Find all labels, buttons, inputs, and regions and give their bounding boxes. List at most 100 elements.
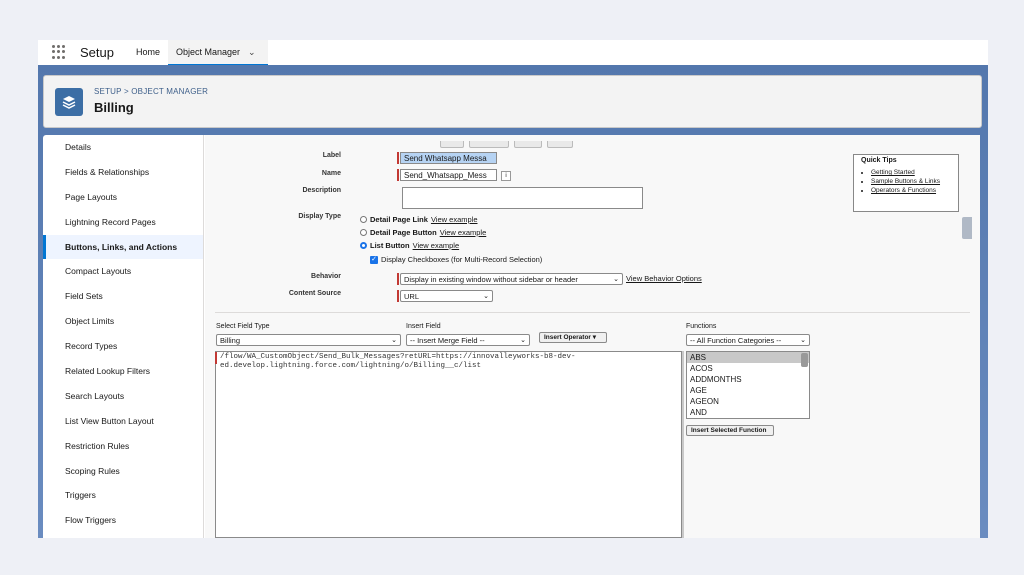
display-type-option[interactable]: Detail Page Button View example xyxy=(360,228,486,237)
insert-operator-button[interactable]: Insert Operator ▾ xyxy=(539,332,607,343)
sidebar-item[interactable]: Flow Triggers xyxy=(43,508,203,533)
tab-stub xyxy=(547,141,573,148)
breadcrumb[interactable]: SETUP > OBJECT MANAGER xyxy=(94,87,208,96)
display-type-option-label: Detail Page Link xyxy=(370,215,428,224)
chevron-down-icon[interactable]: ⌄ xyxy=(248,47,256,57)
content-card: Details Fields & Relationships Page Layout… xyxy=(43,135,980,538)
caret-down-icon: ▾ xyxy=(592,334,597,341)
select-field-type-label: Select Field Type xyxy=(216,323,270,330)
tab-stub xyxy=(514,141,542,148)
nav-home-tab[interactable]: Home xyxy=(128,40,168,65)
insert-operator-label: Insert Operator xyxy=(544,334,591,341)
sidebar-item[interactable]: List View Button Layout xyxy=(43,409,203,434)
chevron-down-icon: ⌄ xyxy=(391,337,397,344)
object-sidebar: Details Fields & Relationships Page Layout… xyxy=(43,135,204,538)
view-example-link[interactable]: View example xyxy=(431,215,478,224)
function-category-value: -- All Function Categories -- xyxy=(690,336,782,345)
formula-url-line: /flow/WA_CustomObject/Send_Bulk_Messages… xyxy=(220,353,576,361)
radio-button[interactable] xyxy=(360,216,367,223)
label-input[interactable]: Send Whatsapp Messa xyxy=(400,152,497,164)
required-indicator xyxy=(397,169,399,181)
display-type-option-label: Detail Page Button xyxy=(370,228,437,237)
sidebar-item[interactable]: Triggers xyxy=(43,483,203,508)
formula-editor[interactable]: /flow/WA_CustomObject/Send_Bulk_Messages… xyxy=(215,351,682,538)
behavior-select[interactable]: Display in existing window without sideb… xyxy=(400,273,623,285)
behavior-select-value: Display in existing window without sideb… xyxy=(404,275,578,284)
display-checkboxes-label: Display Checkboxes (for Multi-Record Sel… xyxy=(381,255,543,264)
sidebar-item[interactable]: Object Limits xyxy=(43,309,203,334)
content-source-label: Content Source xyxy=(288,290,341,297)
sidebar-item[interactable]: Search Layouts xyxy=(43,384,203,409)
function-option[interactable]: ADDMONTHS xyxy=(687,374,809,385)
quick-tip-link[interactable]: Operators & Functions xyxy=(871,186,940,195)
layers-icon xyxy=(55,88,83,116)
function-option[interactable]: AGE xyxy=(687,385,809,396)
nav-tab-label: Object Manager xyxy=(176,47,241,57)
select-field-type-value: Billing xyxy=(220,336,241,345)
sidebar-item[interactable]: Lightning Record Pages xyxy=(43,210,203,235)
name-input[interactable]: Send_Whatsapp_Mess xyxy=(400,169,497,181)
required-indicator xyxy=(397,290,399,302)
chevron-down-icon: ⌄ xyxy=(800,337,806,344)
insert-merge-field-value: -- Insert Merge Field -- xyxy=(410,336,485,345)
display-type-option[interactable]: Detail Page Link View example xyxy=(360,215,478,224)
insert-selected-function-button[interactable]: Insert Selected Function xyxy=(686,425,774,436)
view-example-link[interactable]: View example xyxy=(413,241,460,250)
chevron-down-icon: ⌄ xyxy=(520,337,526,344)
required-indicator xyxy=(397,273,399,285)
sidebar-item[interactable]: Record Types xyxy=(43,334,203,359)
sidebar-item[interactable]: Details xyxy=(43,135,203,160)
quick-tip-link[interactable]: Getting Started xyxy=(871,168,940,177)
sidebar-item[interactable]: Fields & Relationships xyxy=(43,160,203,185)
app-name: Setup xyxy=(80,45,114,60)
chevron-down-icon: ⌄ xyxy=(483,293,489,300)
content-source-select-value: URL xyxy=(404,292,420,301)
radio-button-selected[interactable] xyxy=(360,242,367,249)
description-textarea[interactable] xyxy=(402,187,643,209)
description-field-label: Description xyxy=(302,187,341,194)
functions-label: Functions xyxy=(686,323,717,330)
view-behavior-options-link[interactable]: View Behavior Options xyxy=(626,274,702,283)
insert-merge-field-select[interactable]: -- Insert Merge Field -- ⌄ xyxy=(406,334,530,346)
content-source-select[interactable]: URL ⌄ xyxy=(400,290,493,302)
page-title: Billing xyxy=(94,100,134,115)
tab-stub xyxy=(440,141,464,148)
formula-url-line: ed.develop.lightning.force.com/lightning… xyxy=(220,362,482,370)
sidebar-item[interactable]: Scoping Rules xyxy=(43,459,203,484)
sidebar-item[interactable]: Related Lookup Filters xyxy=(43,359,203,384)
function-option[interactable]: AGEON xyxy=(687,396,809,407)
display-checkboxes-option[interactable]: ✓ Display Checkboxes (for Multi-Record S… xyxy=(370,255,542,264)
sidebar-item[interactable]: Page Layouts xyxy=(43,185,203,210)
functions-listbox[interactable]: ABS ACOS ADDMONTHS AGE AGEON AND xyxy=(686,351,810,419)
required-indicator xyxy=(397,152,399,164)
view-example-link[interactable]: View example xyxy=(440,228,487,237)
function-option[interactable]: ABS xyxy=(687,352,809,363)
select-field-type-select[interactable]: Billing ⌄ xyxy=(216,334,401,346)
quick-tip-link[interactable]: Sample Buttons & Links xyxy=(871,177,940,186)
section-divider xyxy=(215,312,970,313)
display-type-option[interactable]: List Button View example xyxy=(360,241,459,250)
scrollbar[interactable] xyxy=(801,353,808,367)
sidebar-item[interactable]: Restriction Rules xyxy=(43,434,203,459)
tab-stubs xyxy=(440,135,578,148)
app-frame: Setup Home Object Manager ⌄ SETUP > OBJEC… xyxy=(38,40,988,538)
display-type-option-label: List Button xyxy=(370,241,410,250)
checkbox-checked-icon[interactable]: ✓ xyxy=(370,255,378,264)
tab-stub xyxy=(469,141,509,148)
quick-tips-title: Quick Tips xyxy=(861,157,897,164)
display-type-label: Display Type xyxy=(298,213,341,220)
info-icon[interactable]: i xyxy=(501,171,511,181)
sidebar-item[interactable]: Field Sets xyxy=(43,284,203,309)
sidebar-item[interactable]: Buttons, Links, and Actions xyxy=(43,234,203,260)
function-option[interactable]: AND xyxy=(687,407,809,418)
nav-object-manager-tab[interactable]: Object Manager ⌄ xyxy=(168,40,268,66)
behavior-label: Behavior xyxy=(311,273,341,280)
sidebar-item[interactable]: Compact Layouts xyxy=(43,259,203,284)
app-launcher-icon[interactable] xyxy=(52,45,66,59)
function-option[interactable]: ACOS xyxy=(687,363,809,374)
radio-button[interactable] xyxy=(360,229,367,236)
required-indicator xyxy=(215,352,217,364)
function-category-select[interactable]: -- All Function Categories -- ⌄ xyxy=(686,334,810,346)
chevron-down-icon: ⌄ xyxy=(613,276,619,283)
side-panel-toggle[interactable] xyxy=(962,217,972,239)
